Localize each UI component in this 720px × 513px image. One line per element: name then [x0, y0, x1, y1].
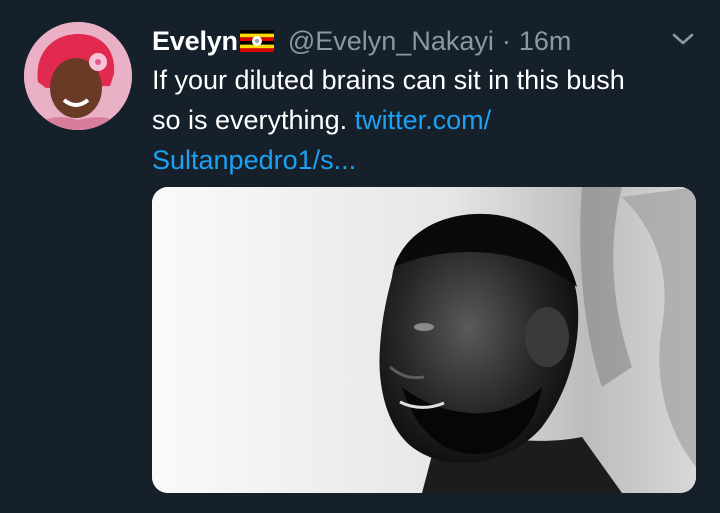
timestamp[interactable]: 16m — [519, 26, 572, 57]
tweet-link-continued[interactable]: Sultanpedro1/s... — [152, 140, 700, 180]
tweet-text-fragment: so is everything. — [152, 105, 348, 135]
tweet-text-line: If your diluted brains can sit in this b… — [152, 65, 625, 95]
chevron-down-icon[interactable] — [670, 28, 696, 50]
user-handle[interactable]: @Evelyn_Nakayi — [288, 26, 494, 57]
tweet-link[interactable]: twitter.com/ — [355, 105, 492, 135]
separator-dot: · — [501, 25, 511, 56]
uganda-flag-icon — [239, 30, 274, 52]
photo-black-and-white-portrait[interactable] — [152, 187, 696, 493]
tweet-text-line: so is everything. twitter.com/ — [152, 100, 700, 140]
display-name[interactable]: Evelyn — [152, 26, 238, 57]
tweet[interactable]: Evelyn @Evelyn_Nakayi · 16m If your dilu… — [0, 0, 720, 513]
tweet-header: Evelyn @Evelyn_Nakayi · 16m — [152, 22, 571, 60]
tweet-text: If your diluted brains can sit in this b… — [152, 60, 700, 180]
profile-avatar[interactable] — [24, 22, 132, 130]
